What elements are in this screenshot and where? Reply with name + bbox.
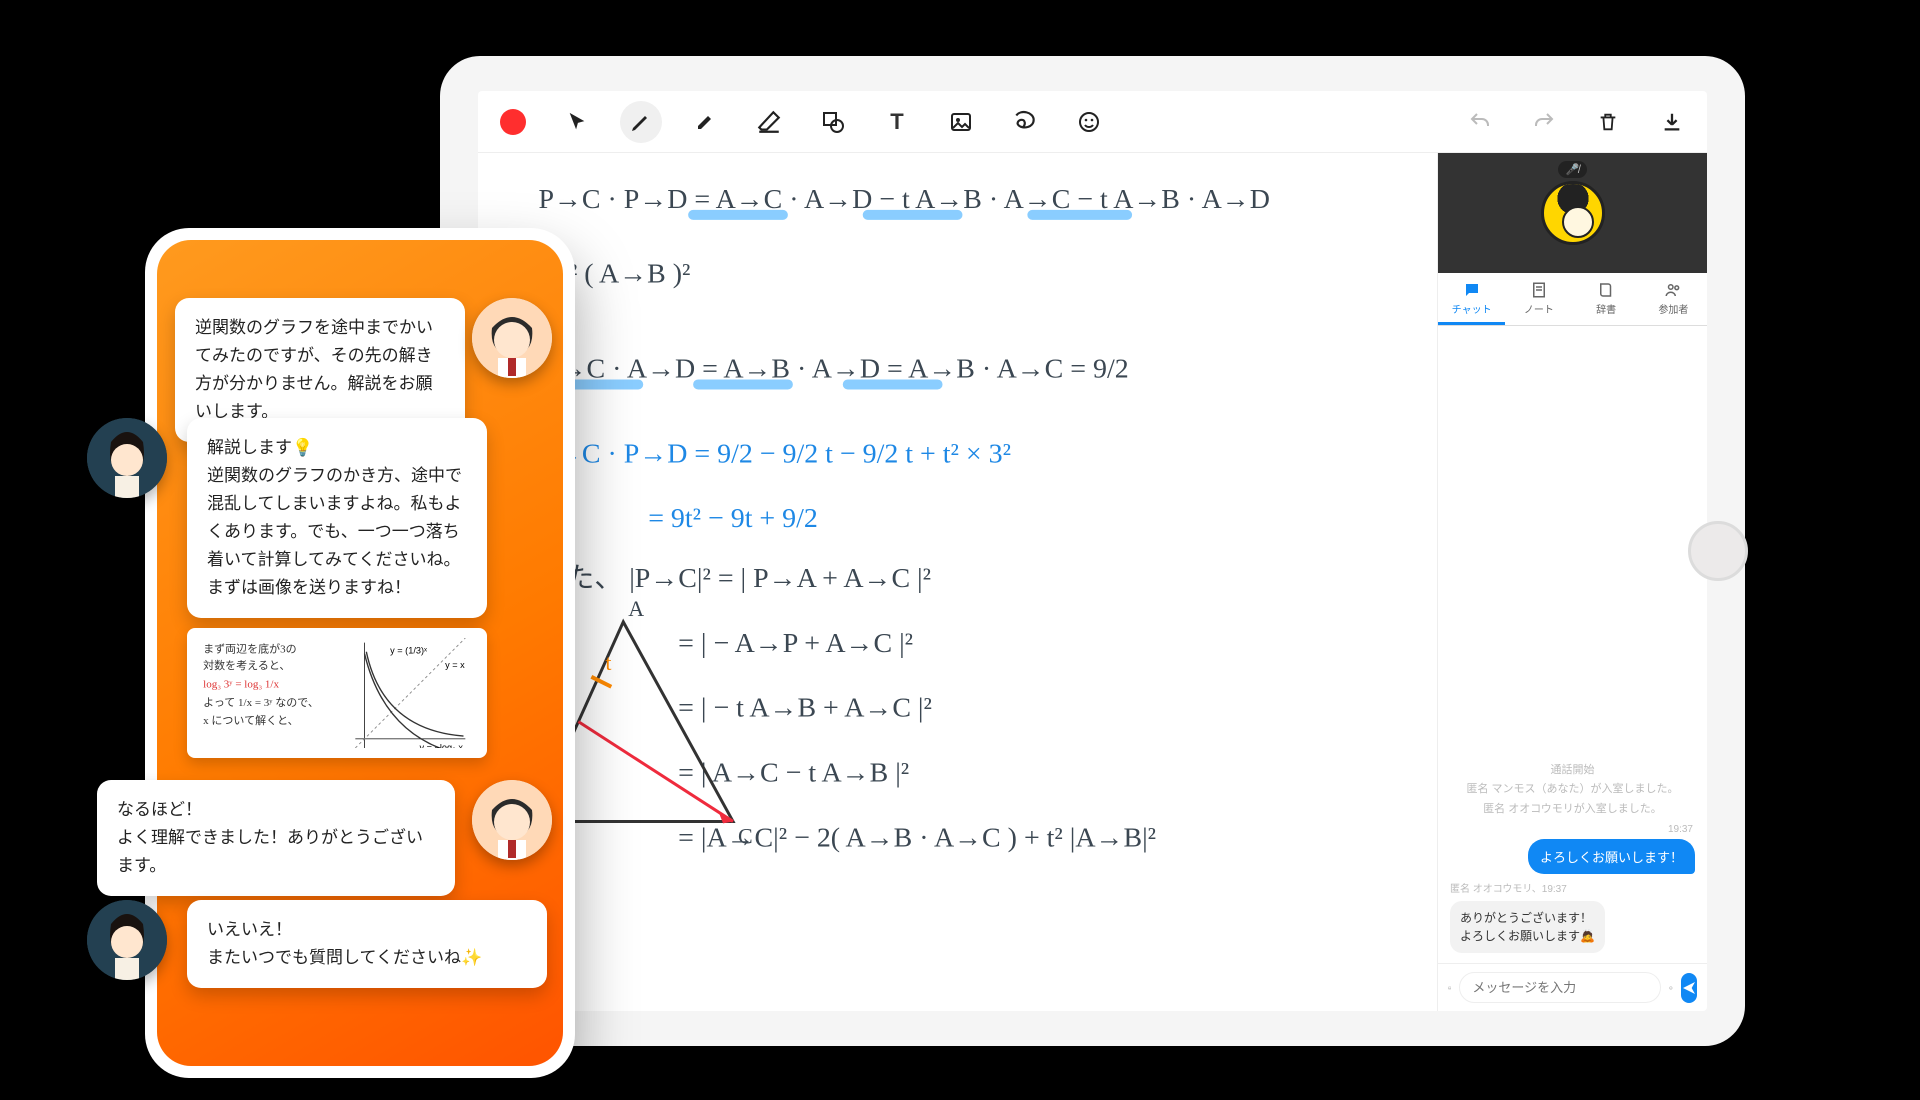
svg-text:= | − t A→B + A→C |²: = | − t A→B + A→C |²: [678, 693, 932, 724]
whiteboard-canvas[interactable]: P→C · P→D = A→C · A→D − t A→B · A→C − t …: [478, 153, 1437, 1011]
cursor-icon: [566, 111, 588, 133]
tab-note-label: ノート: [1524, 301, 1554, 316]
attach-image-icon[interactable]: [1448, 978, 1451, 998]
svg-text:A→C · A→D = A→B · A→D = A→: A→C · A→D = A→B · A→D = A→B · A→C = 9/2: [538, 353, 1128, 384]
svg-text:対数を考えると、: 対数を考えると、: [203, 658, 290, 672]
participant-video: 🎤̸: [1438, 153, 1707, 273]
side-panel: 🎤̸ チャット ノート 辞書: [1437, 153, 1707, 1011]
svg-text:P→C · P→D = 9/2 − 9/2 t −: P→C · P→D = 9/2 − 9/2 t − 9/2 t + t² × 3…: [538, 438, 1010, 469]
mic-off-icon: 🎤̸: [1558, 161, 1588, 178]
chat-input-bar: [1438, 963, 1707, 1011]
download-button[interactable]: [1651, 101, 1693, 143]
whiteboard-drawing: P→C · P→D = A→C · A→D − t A→B · A→C − t …: [478, 153, 1437, 1011]
whiteboard-toolbar: T: [478, 91, 1707, 153]
svg-text:まず両辺を底が3の: まず両辺を底が3の: [203, 642, 296, 656]
tablet-home-button[interactable]: [1688, 521, 1748, 581]
teacher-avatar-icon: [1541, 181, 1605, 245]
lasso-tool[interactable]: [1004, 101, 1046, 143]
system-message: 匿名 オオコウモリが入室しました。: [1450, 800, 1695, 820]
svg-text:t: t: [605, 650, 611, 675]
svg-text:C: C: [738, 823, 753, 848]
undo-icon: [1468, 110, 1492, 134]
svg-text:log₃ 3ʸ = log₃ 1/x: log₃ 3ʸ = log₃ 1/x: [203, 679, 279, 691]
other-message-bubble: ありがとうございます！ よろしくお願いします🙇: [1450, 901, 1605, 953]
emoji-icon[interactable]: [1669, 977, 1673, 999]
shape-tool[interactable]: [812, 101, 854, 143]
chat-message-list: 通話開始 匿名 マンモス（あなた）が入室しました。 匿名 オオコウモリが入室しま…: [1438, 326, 1707, 963]
download-icon: [1661, 111, 1683, 133]
tablet-screen: T: [478, 91, 1707, 1011]
trash-icon: [1597, 111, 1619, 133]
marker-icon: [693, 110, 717, 134]
svg-text:= 9t² − 9t + 9/2: = 9t² − 9t + 9/2: [648, 503, 818, 534]
tab-dict-label: 辞書: [1596, 301, 1616, 316]
system-message: 通話開始: [1450, 761, 1695, 781]
phone-screen: 逆関数のグラフを途中までかいてみたのですが、その先の解き方が分かりません。解説を…: [157, 240, 563, 1066]
teacher-message-2: いえいえ！ またいつでも質問してくださいね✨: [187, 900, 547, 988]
teacher-avatar: [87, 418, 167, 498]
sticker-tool[interactable]: [1068, 101, 1110, 143]
sender-name: 匿名 オオコウモリ、19:37: [1450, 880, 1695, 895]
svg-text:y = x: y = x: [445, 660, 465, 670]
teacher-avatar: [87, 900, 167, 980]
tab-note[interactable]: ノート: [1505, 273, 1572, 325]
attachment-preview: まず両辺を底が3の 対数を考えると、 log₃ 3ʸ = log₃ 1/x よっ…: [199, 638, 475, 748]
smile-icon: [1077, 110, 1101, 134]
image-tool[interactable]: [940, 101, 982, 143]
svg-text:= | − A→P + A→C |²: = | − A→P + A→C |²: [678, 628, 913, 659]
tab-chat-label: チャット: [1452, 301, 1492, 316]
people-icon: [1664, 281, 1682, 299]
tab-chat[interactable]: チャット: [1438, 273, 1505, 325]
teacher-message-1: 解説します💡 逆関数のグラフのかき方、途中で混乱してしまいますよね。私もよくあり…: [187, 418, 487, 618]
svg-text:y = −log₃ x: y = −log₃ x: [420, 743, 464, 748]
tab-people[interactable]: 参加者: [1640, 273, 1707, 325]
book-icon: [1597, 281, 1615, 299]
student-avatar: [472, 780, 552, 860]
svg-text:y = (1/3)ˣ: y = (1/3)ˣ: [390, 646, 427, 656]
clear-button[interactable]: [1587, 101, 1629, 143]
tab-people-label: 参加者: [1658, 301, 1688, 316]
tab-dict[interactable]: 辞書: [1573, 273, 1640, 325]
chat-icon: [1463, 281, 1481, 299]
svg-text:P→C · P→D = A→C · A→D − t: P→C · P→D = A→C · A→D − t A→B · A→C − t …: [538, 184, 1269, 215]
marker-tool[interactable]: [684, 101, 726, 143]
shape-icon: [821, 110, 845, 134]
message-timestamp: 19:37: [1452, 824, 1693, 835]
phone-device: 逆関数のグラフを途中までかいてみたのですが、その先の解き方が分かりません。解説を…: [145, 228, 575, 1078]
cursor-tool[interactable]: [556, 101, 598, 143]
tablet-device: T: [440, 56, 1745, 1046]
student-avatar: [472, 298, 552, 378]
eraser-icon: [756, 109, 782, 135]
svg-text:A: A: [628, 596, 644, 621]
system-message: 匿名 マンモス（あなた）が入室しました。: [1450, 780, 1695, 800]
svg-text:x について解くと、: x について解くと、: [203, 713, 298, 727]
text-tool[interactable]: T: [876, 101, 918, 143]
record-button[interactable]: [492, 101, 534, 143]
pen-tool[interactable]: [620, 101, 662, 143]
svg-text:よって 1/x = 3ʸ なので、: よって 1/x = 3ʸ なので、: [203, 696, 319, 709]
redo-icon: [1532, 110, 1556, 134]
lasso-icon: [1012, 109, 1038, 135]
side-tabs: チャット ノート 辞書 参加者: [1438, 273, 1707, 326]
pen-icon: [629, 110, 653, 134]
image-icon: [949, 110, 973, 134]
redo-button[interactable]: [1523, 101, 1565, 143]
undo-button[interactable]: [1459, 101, 1501, 143]
my-message-bubble: よろしくお願いします！: [1528, 839, 1695, 874]
eraser-tool[interactable]: [748, 101, 790, 143]
send-button[interactable]: [1681, 973, 1697, 1003]
svg-text:また、 |P→C|² = | P→A + A→C |: また、 |P→C|² = | P→A + A→C |²: [538, 563, 931, 594]
shared-image-attachment[interactable]: まず両辺を底が3の 対数を考えると、 log₃ 3ʸ = log₃ 1/x よっ…: [187, 628, 487, 758]
send-icon: [1681, 980, 1697, 996]
student-message-2: なるほど！ よく理解できました！ありがとうございます。: [97, 780, 455, 896]
chat-input[interactable]: [1459, 972, 1661, 1003]
note-icon: [1530, 281, 1548, 299]
